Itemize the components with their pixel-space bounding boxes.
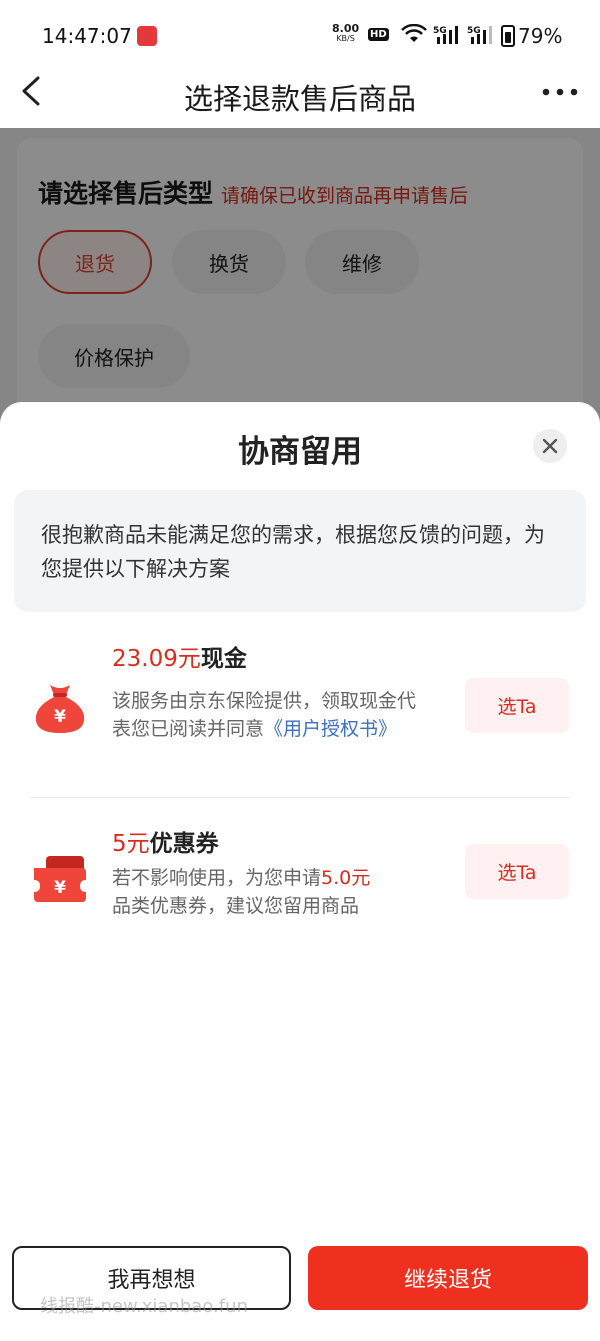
status-time: 14:47:07	[42, 24, 132, 48]
svg-text:¥: ¥	[54, 878, 66, 898]
network-speed-unit: KB/S	[336, 34, 355, 43]
notice-box: 很抱歉商品未能满足您的需求，根据您反馈的问题，为您提供以下解决方案	[14, 490, 586, 612]
wifi-icon	[401, 24, 427, 42]
coupon-icon: ¥	[34, 856, 86, 902]
option-cash-desc: 该服务由京东保险提供，领取现金代表您已阅读并同意《用户授权书》	[112, 687, 432, 743]
app-notification-icon	[137, 26, 157, 46]
option-coupon-amount: 5元	[112, 831, 150, 857]
battery-icon	[501, 25, 515, 47]
signal-icon-sim1: 5G	[433, 26, 458, 44]
option-coupon-desc-prefix: 若不影响使用，为您申请	[112, 867, 322, 889]
option-coupon-desc: 若不影响使用，为您申请5.0元品类优惠券，建议您留用商品	[112, 864, 432, 920]
battery-percent: 79%	[518, 24, 563, 48]
option-cash-amount: 23.09元	[112, 646, 201, 672]
sheet-title: 协商留用	[238, 434, 362, 470]
modal-overlay[interactable]	[0, 128, 600, 428]
option-coupon-desc-suffix: 品类优惠券，建议您留用商品	[112, 895, 360, 917]
network-speed: 8.00 KB/S	[332, 23, 359, 44]
continue-return-button[interactable]: 继续退货	[308, 1246, 588, 1310]
money-bag-icon: ¥	[35, 685, 85, 733]
status-bar: 14:47:07 8.00 KB/S HD 5G 5G 79%	[0, 0, 600, 62]
choose-coupon-button[interactable]: 选Ta	[465, 844, 569, 899]
user-authorization-link[interactable]: 《用户授权书》	[264, 718, 397, 740]
hd-badge: HD	[368, 28, 389, 41]
signal-icon-sim2: 5G	[467, 26, 492, 44]
option-coupon-desc-amount: 5.0元	[321, 867, 371, 889]
option-coupon-kind: 优惠券	[149, 831, 219, 857]
choose-cash-button[interactable]: 选Ta	[465, 678, 569, 733]
close-icon[interactable]	[533, 429, 567, 463]
svg-text:¥: ¥	[54, 707, 66, 727]
nav-bar: 选择退款售后商品	[0, 62, 600, 128]
watermark: 线报酷-new.xianbao.fun	[40, 1296, 248, 1317]
page-title: 选择退款售后商品	[183, 82, 416, 116]
option-cash-kind: 现金	[200, 646, 247, 672]
option-cash-title: 23.09元现金	[112, 639, 247, 673]
option-divider	[30, 797, 570, 798]
option-coupon-title: 5元优惠券	[112, 824, 219, 858]
retention-sheet: 协商留用 很抱歉商品未能满足您的需求，根据您反馈的问题，为您提供以下解决方案 2…	[0, 402, 600, 1341]
more-options-icon[interactable]	[540, 78, 580, 106]
